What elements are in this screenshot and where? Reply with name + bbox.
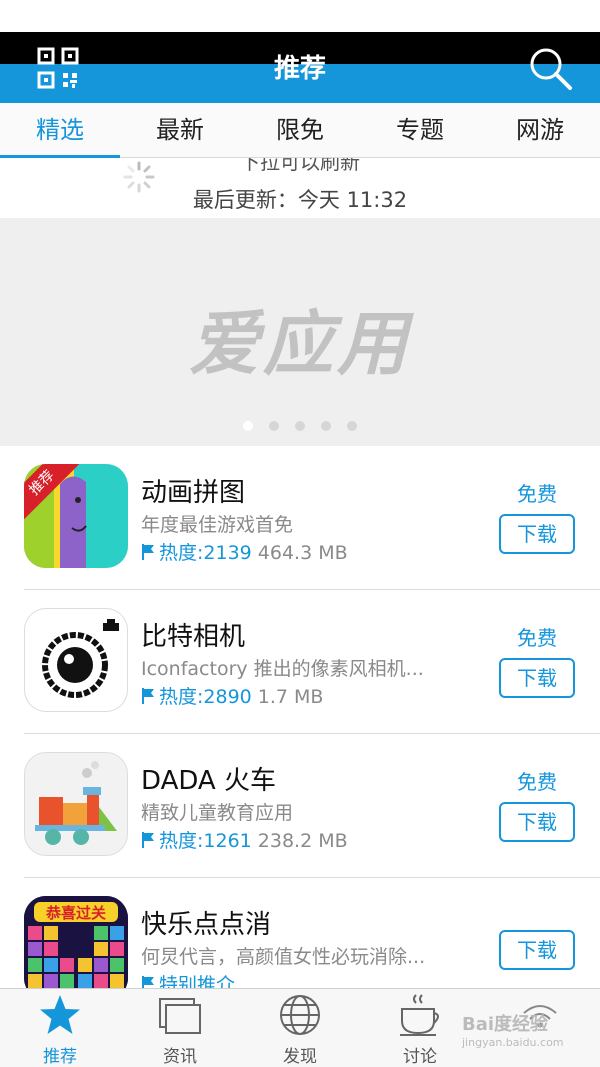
- toy-train-icon: [35, 761, 117, 845]
- pager-dot: [243, 421, 253, 431]
- app-meta: 热度:1261 238.2 MB: [141, 826, 348, 853]
- category-tabs: 精选 最新 限免 专题 网游: [0, 103, 600, 158]
- watermark: Bai度经验 jingyan.baidu.com: [462, 1010, 564, 1049]
- search-icon[interactable]: [526, 44, 574, 92]
- banner-logo: 爱应用: [189, 303, 411, 385]
- nav-news[interactable]: 资讯: [120, 989, 240, 1067]
- promo-banner[interactable]: 爱应用: [0, 218, 600, 446]
- app-icon: [24, 752, 128, 856]
- pager-dot: [321, 421, 331, 431]
- tab-featured[interactable]: 精选: [0, 103, 120, 158]
- tab-topics[interactable]: 专题: [360, 103, 480, 157]
- app-name: 动画拼图: [141, 478, 246, 508]
- app-heat: 热度:2139: [159, 542, 252, 564]
- app-size: 238.2 MB: [257, 830, 348, 852]
- app-description: 精致儿童教育应用: [141, 802, 294, 824]
- download-button[interactable]: 下载: [499, 658, 575, 698]
- tab-online-games[interactable]: 网游: [480, 103, 600, 157]
- pixel-camera-icon: [42, 619, 119, 698]
- download-button[interactable]: 下载: [499, 514, 575, 554]
- top-blank-area: [0, 0, 600, 32]
- candy-blocks-icon: 恭喜过关: [24, 896, 128, 988]
- app-list-item[interactable]: 比特相机 Iconfactory 推出的像素风相机... 热度:2890 1.7 …: [0, 590, 600, 734]
- download-button[interactable]: 下载: [499, 802, 575, 842]
- watermark-sub: jingyan.baidu.com: [462, 1036, 564, 1049]
- last-updated: 最后更新：今天 11:32: [192, 188, 408, 212]
- flag-icon: [142, 688, 154, 704]
- nav-label: 资讯: [163, 1047, 197, 1067]
- star-icon: [40, 995, 80, 1034]
- app-name: 比特相机: [141, 622, 246, 652]
- flag-icon: [142, 544, 154, 560]
- coffee-icon: [400, 994, 439, 1036]
- app-list-item[interactable]: 恭喜过关 快乐点点消 何炅代言，高颜值女性必玩消除... 特别推介 下载: [0, 878, 600, 988]
- app-description: Iconfactory 推出的像素风相机...: [141, 658, 424, 680]
- globe-icon: [280, 995, 320, 1035]
- app-icon: 推荐: [24, 464, 128, 568]
- app-description: 年度最佳游戏首免: [141, 514, 294, 536]
- app-meta: 热度:2890 1.7 MB: [141, 682, 323, 709]
- nav-recommend[interactable]: 推荐: [0, 989, 120, 1067]
- flag-icon: [142, 832, 154, 848]
- app-list-item[interactable]: 推荐 动画拼图 年度最佳游戏首免 热度:2139 464.3 MB 免费 下载: [0, 446, 600, 590]
- app-meta: 特别推介: [141, 970, 235, 988]
- banner-pager: [243, 421, 357, 431]
- app-size: 464.3 MB: [257, 542, 348, 564]
- watermark-text: Bai度经验: [462, 1014, 549, 1035]
- app-description: 何炅代言，高颜值女性必玩消除...: [141, 946, 426, 968]
- icon-caption: 恭喜过关: [45, 904, 106, 922]
- app-heat: 热度:2890: [159, 686, 252, 708]
- nav-label: 推荐: [43, 1047, 77, 1067]
- pull-to-refresh: 下拉可以刷新 最后更新：今天 11:32: [0, 158, 600, 218]
- page-title: 推荐: [273, 54, 326, 84]
- app-price: 免费: [517, 770, 557, 794]
- pull-hint: 下拉可以刷新: [240, 158, 360, 174]
- news-icon: [159, 998, 201, 1034]
- flag-icon: [142, 976, 154, 988]
- pager-dot: [295, 421, 305, 431]
- app-heat: 热度:1261: [159, 830, 252, 852]
- app-header: 推荐: [0, 32, 600, 103]
- pager-dot: [269, 421, 279, 431]
- app-name: DADA 火车: [141, 766, 276, 796]
- app-icon: [24, 608, 128, 712]
- app-price: 免费: [517, 482, 557, 506]
- tab-latest[interactable]: 最新: [120, 103, 240, 157]
- tab-limited-free[interactable]: 限免: [240, 103, 360, 157]
- app-meta: 热度:2139 464.3 MB: [141, 538, 348, 565]
- app-name: 快乐点点消: [141, 910, 272, 940]
- app-list-item[interactable]: DADA 火车 精致儿童教育应用 热度:1261 238.2 MB 免费 下载: [0, 734, 600, 878]
- pager-dot: [347, 421, 357, 431]
- download-button[interactable]: 下载: [499, 930, 575, 970]
- app-size: 1.7 MB: [257, 686, 324, 708]
- nav-label: 发现: [283, 1047, 317, 1067]
- nav-discover[interactable]: 发现: [240, 989, 360, 1067]
- app-special-tag: 特别推介: [159, 974, 236, 988]
- app-price: 免费: [517, 626, 557, 650]
- app-icon: 恭喜过关: [24, 896, 128, 988]
